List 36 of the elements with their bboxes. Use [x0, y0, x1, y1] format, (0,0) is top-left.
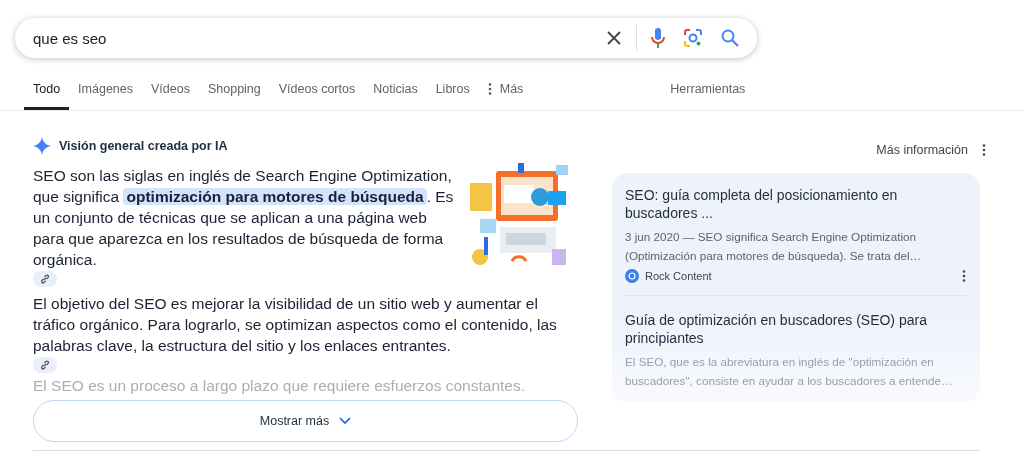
search-bar[interactable]: que es seo	[15, 18, 757, 58]
search-tab[interactable]: Vídeos	[142, 82, 199, 110]
source-title[interactable]: SEO: guía completa del posicionamiento en buscadores ...	[625, 186, 966, 222]
search-query[interactable]: que es seo	[33, 29, 588, 47]
search-tab[interactable]: Shopping	[198, 82, 270, 110]
link-chip[interactable]	[33, 357, 57, 373]
site-favicon-icon	[625, 269, 639, 283]
answer-paragraph: SEO son las siglas en inglés de Search Engine Optimization, que significa optimización para motores de búsqueda. Es un conjunto de técnicas que se aplican a una página web para que aparezca en los resultados de búsqueda de forma orgánica.	[33, 166, 455, 270]
more-options-icon[interactable]	[962, 270, 966, 282]
close-icon[interactable]	[606, 30, 622, 46]
source-site: Rock Content	[645, 270, 713, 282]
source-title[interactable]: Guía de optimización en buscadores (SEO) para principiantes	[625, 311, 966, 347]
source-snippet: 3 jun 2020 — SEO significa Search Engine Optimization (Optimización para motores de búsqueda). Se trata del…	[625, 229, 923, 264]
tools-tab[interactable]: Herramientas	[670, 82, 746, 110]
chevron-down-icon	[339, 417, 352, 425]
camera-lens-icon[interactable]	[683, 28, 703, 48]
more-info-link[interactable]: Más información	[876, 143, 968, 157]
link-icon	[40, 360, 50, 370]
microphone-icon[interactable]	[651, 27, 665, 49]
link-chip[interactable]	[33, 271, 57, 287]
answer-paragraph: El objetivo del SEO es mejorar la visibilidad de un sitio web y aumentar el tráfico orgánico. Para lograrlo, se optimizan aspectos como el contenido, las palabras clave, la estructura del sitio y los enlaces entrantes.	[33, 294, 558, 356]
search-tab[interactable]: Vídeos cortos	[269, 82, 365, 110]
sparkle-icon	[33, 137, 51, 155]
show-more-button[interactable]: Mostrar más	[33, 400, 578, 442]
search-tab[interactable]: Libros	[426, 82, 479, 110]
search-icon[interactable]	[721, 29, 739, 47]
more-options-icon[interactable]	[982, 144, 986, 156]
search-tab[interactable]: Más	[478, 82, 533, 110]
search-tab[interactable]: Noticias	[364, 82, 427, 110]
source-snippet: El SEO, que es la abreviatura en inglés de "optimización en buscadores", consiste en ayudar a los buscadores a entende…	[625, 354, 954, 389]
more-icon	[487, 83, 492, 95]
ai-overview-title: Visión general creada por IA	[59, 139, 228, 153]
search-tab[interactable]: Todo	[24, 82, 70, 110]
link-icon	[40, 274, 50, 284]
faded-paragraph: El SEO es un proceso a largo plazo que requiere esfuerzos constantes.	[33, 376, 526, 396]
search-tab[interactable]: Imágenes	[69, 82, 142, 110]
